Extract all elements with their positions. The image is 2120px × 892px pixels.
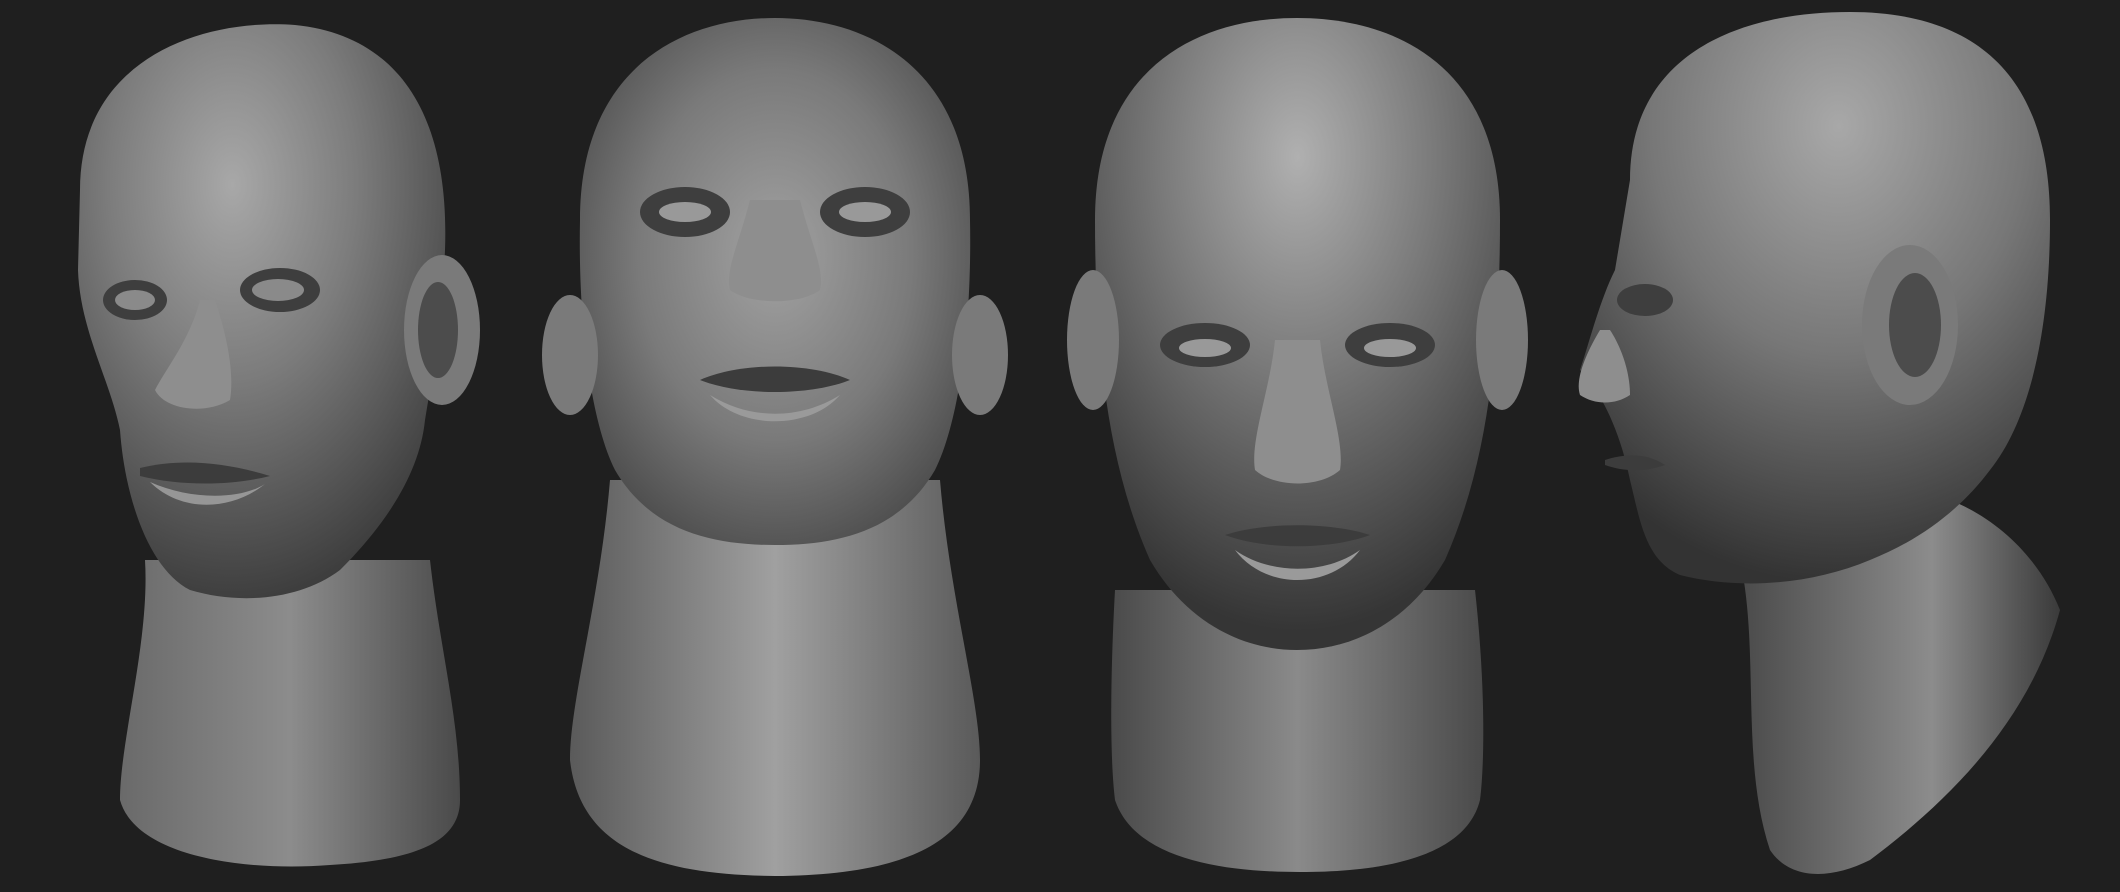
- head-sculpt-profile-icon: [1578, 12, 2060, 874]
- head-sculpt-front-view: [1065, 0, 1530, 892]
- head-sculpt-low-angle-icon: [542, 18, 1008, 876]
- head-sculpt-profile-view: [1570, 0, 2080, 892]
- head-sculpt-three-quarter-icon: [78, 24, 480, 867]
- head-sculpt-low-angle-view: [540, 0, 1010, 892]
- sculpt-turnaround-canvas: [0, 0, 2120, 892]
- head-sculpt-front-icon: [1067, 18, 1528, 872]
- head-sculpt-three-quarter-view: [40, 0, 500, 892]
